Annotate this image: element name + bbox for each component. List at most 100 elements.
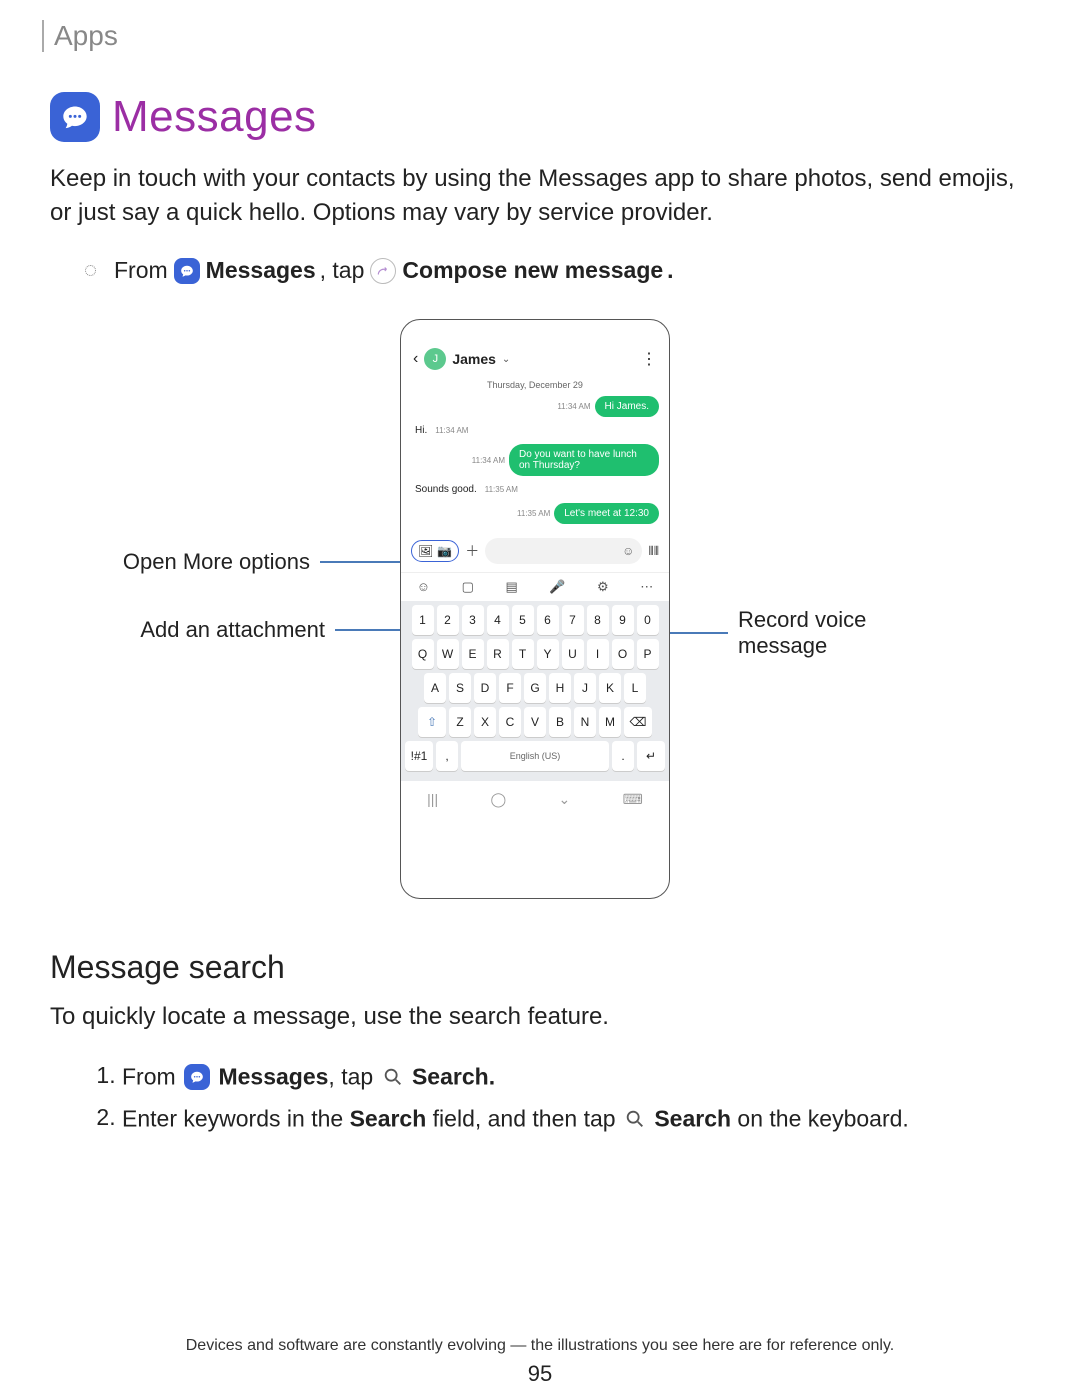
key[interactable]: D xyxy=(474,673,496,703)
key[interactable]: I xyxy=(587,639,609,669)
text-tool-icon[interactable]: ▤ xyxy=(505,579,517,595)
message-search-heading: Message search xyxy=(50,949,1020,986)
callout-add-attachment: Add an attachment xyxy=(140,617,400,643)
message-area: 11:34 AM Hi James. Hi. 11:34 AM 11:34 AM… xyxy=(401,396,669,524)
attachment-pill[interactable]: 🖼 📷 xyxy=(411,540,459,562)
text-messages: Messages xyxy=(206,257,316,284)
home-nav-icon[interactable]: ◯ xyxy=(490,791,506,808)
msg-sent: 11:34 AM Do you want to have lunch on Th… xyxy=(411,444,659,476)
back-icon[interactable]: ‹ xyxy=(413,350,418,368)
backspace-key[interactable]: ⌫ xyxy=(624,707,652,737)
key[interactable]: W xyxy=(437,639,459,669)
key[interactable]: 4 xyxy=(487,605,509,635)
key[interactable]: S xyxy=(449,673,471,703)
message-text-field[interactable]: ☺ xyxy=(485,538,642,564)
contact-name[interactable]: James xyxy=(452,351,496,367)
key[interactable]: X xyxy=(474,707,496,737)
key[interactable]: 3 xyxy=(462,605,484,635)
phone-diagram: Open More options Add an attachment Reco… xyxy=(50,319,1020,919)
page-title: Messages xyxy=(112,92,317,142)
step-1: From Messages, tap Search. xyxy=(122,1062,1020,1090)
msg-sent: 11:35 AM Let's meet at 12:30 xyxy=(411,503,659,524)
emoji-tool-icon[interactable]: ☺ xyxy=(417,579,430,595)
text-compose: Compose new message xyxy=(402,257,663,284)
phone-mockup: ‹ J James ⌄ ⋮ Thursday, December 29 11:3… xyxy=(400,319,670,899)
emoji-icon[interactable]: ☺ xyxy=(622,544,634,558)
mic-icon[interactable]: 🎤 xyxy=(549,579,565,595)
chat-header: ‹ J James ⌄ ⋮ xyxy=(401,320,669,380)
key[interactable]: P xyxy=(637,639,659,669)
key[interactable]: T xyxy=(512,639,534,669)
voice-record-icon[interactable]: ⦀⦀ xyxy=(648,544,659,559)
key[interactable]: 0 xyxy=(637,605,659,635)
key[interactable]: 8 xyxy=(587,605,609,635)
callout-record-voice: Record voice message xyxy=(670,607,898,659)
more-tools-icon[interactable]: ⋯ xyxy=(640,579,653,595)
key[interactable]: H xyxy=(549,673,571,703)
compose-icon xyxy=(370,258,396,284)
bullet-icon xyxy=(85,265,96,276)
msg-sent: 11:34 AM Hi James. xyxy=(411,396,659,417)
key[interactable]: 7 xyxy=(562,605,584,635)
key[interactable]: 2 xyxy=(437,605,459,635)
key[interactable]: C xyxy=(499,707,521,737)
camera-icon[interactable]: 📷 xyxy=(437,544,452,558)
phone-navbar: ||| ◯ ⌄ ⌨ xyxy=(401,781,669,814)
search-desc: To quickly locate a message, use the sea… xyxy=(50,1000,1020,1034)
title-row: Messages xyxy=(50,92,1020,142)
key[interactable]: N xyxy=(574,707,596,737)
more-options-plus-icon[interactable]: ＋ xyxy=(465,541,479,561)
message-input-row: 🖼 📷 ＋ ☺ ⦀⦀ xyxy=(401,530,669,572)
key[interactable]: K xyxy=(599,673,621,703)
more-options-icon[interactable]: ⋮ xyxy=(641,349,657,369)
kbd-toolbar: ☺ ▢ ▤ 🎤 ⚙ ⋯ xyxy=(401,572,669,601)
msg-recv: Sounds good. 11:35 AM xyxy=(411,482,659,497)
gear-icon[interactable]: ⚙ xyxy=(597,579,609,595)
key[interactable]: Z xyxy=(449,707,471,737)
intro-paragraph: Keep in touch with your contacts by usin… xyxy=(50,162,1020,229)
key[interactable]: U xyxy=(562,639,584,669)
page-number: 95 xyxy=(0,1361,1080,1387)
key[interactable]: J xyxy=(574,673,596,703)
key[interactable]: B xyxy=(549,707,571,737)
symbols-key[interactable]: !#1 xyxy=(405,741,433,771)
text-from: From xyxy=(114,257,168,284)
kbd-nav-icon[interactable]: ⌨ xyxy=(623,791,643,808)
key[interactable]: R xyxy=(487,639,509,669)
section-header: Apps xyxy=(42,20,1020,52)
key[interactable]: V xyxy=(524,707,546,737)
key[interactable]: G xyxy=(524,673,546,703)
key[interactable]: 5 xyxy=(512,605,534,635)
key[interactable]: Y xyxy=(537,639,559,669)
key[interactable]: Q xyxy=(412,639,434,669)
gallery-icon[interactable]: 🖼 xyxy=(418,544,433,558)
step-2: Enter keywords in the Search field, and … xyxy=(122,1104,1020,1132)
back-nav-icon[interactable]: ⌄ xyxy=(558,791,570,808)
search-steps: From Messages, tap Search. Enter keyword… xyxy=(122,1062,1020,1133)
recents-nav-icon[interactable]: ||| xyxy=(427,791,438,808)
callout-open-more: Open More options xyxy=(123,549,400,575)
key[interactable]: A xyxy=(424,673,446,703)
key[interactable]: 6 xyxy=(537,605,559,635)
period-key[interactable]: . xyxy=(612,741,634,771)
comma-key[interactable]: , xyxy=(436,741,458,771)
messages-icon xyxy=(184,1064,210,1090)
chevron-down-icon[interactable]: ⌄ xyxy=(502,354,510,365)
messages-app-icon xyxy=(50,92,100,142)
key[interactable]: L xyxy=(624,673,646,703)
key[interactable]: 9 xyxy=(612,605,634,635)
key[interactable]: 1 xyxy=(412,605,434,635)
key[interactable]: M xyxy=(599,707,621,737)
shift-key[interactable]: ⇧ xyxy=(418,707,446,737)
key[interactable]: F xyxy=(499,673,521,703)
footer-note: Devices and software are constantly evol… xyxy=(0,1337,1080,1355)
contact-avatar[interactable]: J xyxy=(424,348,446,370)
instruction-line: From Messages , tap Compose new message. xyxy=(85,257,1020,284)
key[interactable]: E xyxy=(462,639,484,669)
key[interactable]: O xyxy=(612,639,634,669)
clipboard-icon[interactable]: ▢ xyxy=(462,579,474,595)
messages-icon xyxy=(174,258,200,284)
search-icon xyxy=(624,1108,646,1130)
space-key[interactable]: English (US) xyxy=(461,741,609,771)
enter-key[interactable]: ↵ xyxy=(637,741,665,771)
